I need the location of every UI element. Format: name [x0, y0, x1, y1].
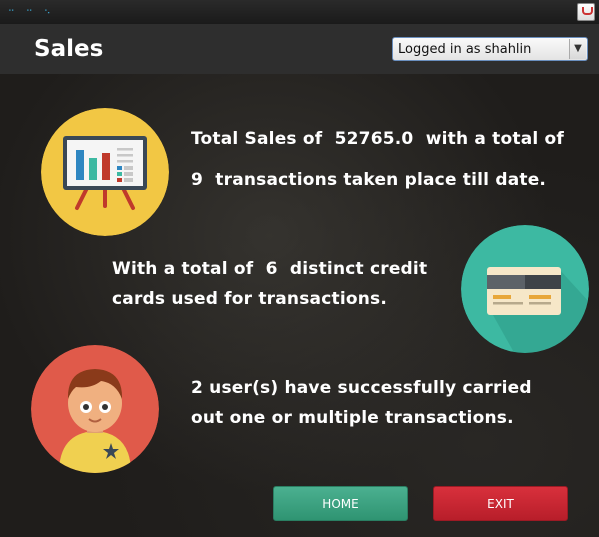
home-button[interactable]: HOME — [273, 486, 408, 521]
users-text: 2 user(s) have successfully carried out … — [191, 373, 532, 433]
transactions-count: 9 — [191, 170, 204, 190]
window-menu-dots-icon[interactable]: ⠒ — [8, 7, 15, 17]
window-titlebar: ⠒ ⠒ ⠢ — [0, 0, 599, 25]
total-sales-line-1: Total Sales of 52765.0 with a total of — [191, 124, 564, 154]
user-avatar-icon — [31, 345, 159, 473]
total-sales-prefix: Total Sales of — [191, 129, 323, 149]
window-maximize-dots-icon[interactable]: ⠢ — [44, 7, 51, 17]
total-sales-suffix: with a total of — [425, 129, 564, 149]
cards-count: 6 — [265, 259, 278, 279]
cards-prefix: With a total of — [112, 259, 254, 279]
user-dropdown[interactable]: Logged in as shahlin ▼ — [392, 37, 588, 61]
page-title: Sales — [34, 36, 104, 62]
cards-suffix: distinct credit — [289, 259, 428, 279]
chevron-down-icon[interactable]: ▼ — [569, 39, 586, 59]
users-line-1: 2 user(s) have successfully carried — [191, 378, 532, 398]
credit-cards-text: With a total of 6 distinct credit cards … — [112, 254, 427, 314]
users-line-2: out one or multiple transactions. — [191, 408, 514, 428]
java-cup-icon — [577, 3, 595, 21]
total-sales-text: Total Sales of 52765.0 with a total of 9… — [191, 124, 564, 195]
credit-cards-line-1: With a total of 6 distinct credit — [112, 254, 427, 284]
credit-cards-line-2: cards used for transactions. — [112, 289, 388, 309]
user-dropdown-value: Logged in as shahlin — [398, 42, 532, 57]
credit-card-icon — [461, 225, 589, 353]
chart-presentation-icon — [41, 108, 169, 236]
exit-button[interactable]: EXIT — [433, 486, 568, 521]
transactions-suffix: transactions taken place till date. — [215, 170, 547, 190]
total-sales-value: 52765.0 — [334, 129, 414, 149]
total-sales-line-2: 9 transactions taken place till date. — [191, 165, 564, 195]
window-minimize-dots-icon[interactable]: ⠒ — [26, 7, 33, 17]
header-bar: Sales Logged in as shahlin ▼ — [0, 24, 599, 74]
